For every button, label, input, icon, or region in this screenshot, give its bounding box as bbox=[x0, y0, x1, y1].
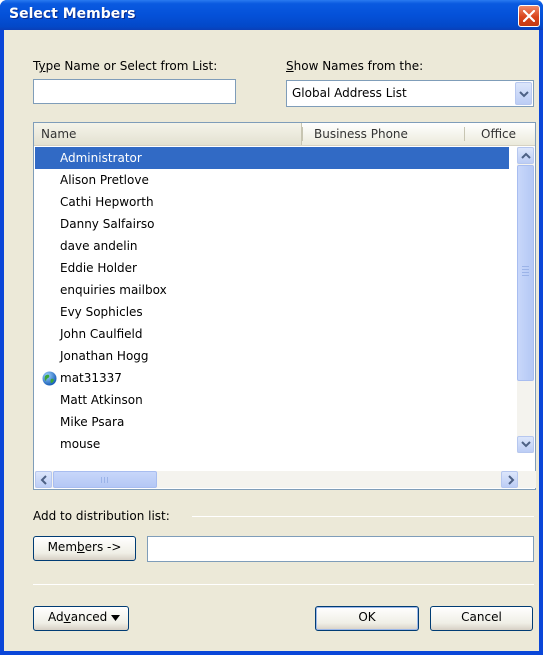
list-item[interactable]: dave andelin bbox=[35, 235, 509, 257]
address-list-selected: Global Address List bbox=[292, 86, 407, 100]
cancel-button[interactable]: Cancel bbox=[430, 606, 533, 631]
chevron-right-icon bbox=[508, 475, 515, 485]
select-members-window: Select Members Type Name or Select from … bbox=[0, 0, 543, 655]
list-item-name: Eddie Holder bbox=[60, 261, 137, 275]
dropdown-button[interactable] bbox=[515, 82, 532, 105]
list-item-name: Matt Atkinson bbox=[60, 393, 143, 407]
list-item-name: Alison Pretlove bbox=[60, 173, 149, 187]
list-item[interactable]: Jonathan Hogg bbox=[35, 345, 509, 367]
list-item-name: enquiries mailbox bbox=[60, 283, 167, 297]
close-button[interactable] bbox=[518, 5, 540, 27]
list-rows: Administrator Alison Pretlove Cathi Hepwor… bbox=[35, 147, 509, 455]
list-item[interactable]: mouse bbox=[35, 433, 509, 455]
chevron-up-icon bbox=[521, 152, 531, 159]
scroll-down-button[interactable] bbox=[517, 436, 534, 453]
separator bbox=[192, 516, 534, 517]
list-item[interactable]: Evy Sophicles bbox=[35, 301, 509, 323]
vertical-scrollbar[interactable] bbox=[517, 147, 534, 453]
title-bar[interactable]: Select Members bbox=[0, 0, 543, 30]
scroll-up-button[interactable] bbox=[517, 147, 534, 164]
list-item[interactable]: Alison Pretlove bbox=[35, 169, 509, 191]
column-header-name[interactable]: Name bbox=[34, 123, 302, 145]
list-item[interactable]: Eddie Holder bbox=[35, 257, 509, 279]
list-item[interactable]: mat31337 bbox=[35, 367, 509, 389]
list-item-name: Jonathan Hogg bbox=[60, 349, 149, 363]
list-item-name: mat31337 bbox=[60, 371, 122, 385]
list-item[interactable]: Administrator bbox=[35, 147, 509, 169]
separator bbox=[33, 584, 534, 585]
address-list-dropdown[interactable]: Global Address List bbox=[286, 80, 534, 107]
ok-button[interactable]: OK bbox=[315, 606, 419, 631]
list-item-name: Cathi Hepworth bbox=[60, 195, 154, 209]
dropdown-arrow-icon bbox=[111, 615, 120, 621]
list-item-name: mouse bbox=[60, 437, 101, 451]
list-item[interactable]: enquiries mailbox bbox=[35, 279, 509, 301]
column-header-office[interactable]: Office bbox=[481, 123, 516, 145]
scroll-left-button[interactable] bbox=[35, 471, 52, 488]
chevron-down-icon bbox=[521, 441, 531, 448]
distribution-list-label: Add to distribution list: bbox=[33, 509, 170, 523]
column-header-business-phone[interactable]: Business Phone bbox=[314, 123, 408, 145]
window-title: Select Members bbox=[9, 6, 136, 22]
list-item-name: Danny Salfairso bbox=[60, 217, 155, 231]
globe-icon bbox=[42, 371, 57, 386]
list-item[interactable]: Mike Psara bbox=[35, 411, 509, 433]
scroll-right-button[interactable] bbox=[501, 471, 518, 488]
list-item-name: Evy Sophicles bbox=[60, 305, 143, 319]
chevron-left-icon bbox=[40, 475, 47, 485]
search-input[interactable] bbox=[33, 79, 236, 104]
horizontal-scrollbar[interactable] bbox=[35, 471, 536, 488]
close-icon bbox=[523, 10, 535, 22]
search-label: Type Name or Select from List: bbox=[33, 59, 218, 73]
list-item-name: Administrator bbox=[60, 151, 142, 165]
list-item-name: dave andelin bbox=[60, 239, 138, 253]
members-button[interactable]: Members -> bbox=[33, 536, 136, 561]
list-header: Name Business Phone Office bbox=[34, 123, 535, 146]
list-item-name: Mike Psara bbox=[60, 415, 125, 429]
list-item[interactable]: Cathi Hepworth bbox=[35, 191, 509, 213]
dialog-body: Type Name or Select from List: Show Name… bbox=[4, 30, 539, 651]
column-separator[interactable] bbox=[464, 127, 465, 141]
show-names-label: Show Names from the: bbox=[286, 59, 424, 73]
chevron-down-icon bbox=[519, 91, 529, 98]
advanced-button[interactable]: Advanced bbox=[33, 606, 129, 631]
list-item[interactable]: Danny Salfairso bbox=[35, 213, 509, 235]
list-item-name: John Caulfield bbox=[60, 327, 143, 341]
members-input[interactable] bbox=[147, 536, 534, 562]
vertical-scroll-thumb[interactable] bbox=[517, 165, 534, 381]
column-separator[interactable] bbox=[302, 127, 303, 141]
list-item[interactable]: John Caulfield bbox=[35, 323, 509, 345]
list-item[interactable]: Matt Atkinson bbox=[35, 389, 509, 411]
members-list[interactable]: Name Business Phone Office Administrator… bbox=[33, 122, 536, 490]
horizontal-scroll-thumb[interactable] bbox=[53, 471, 157, 488]
